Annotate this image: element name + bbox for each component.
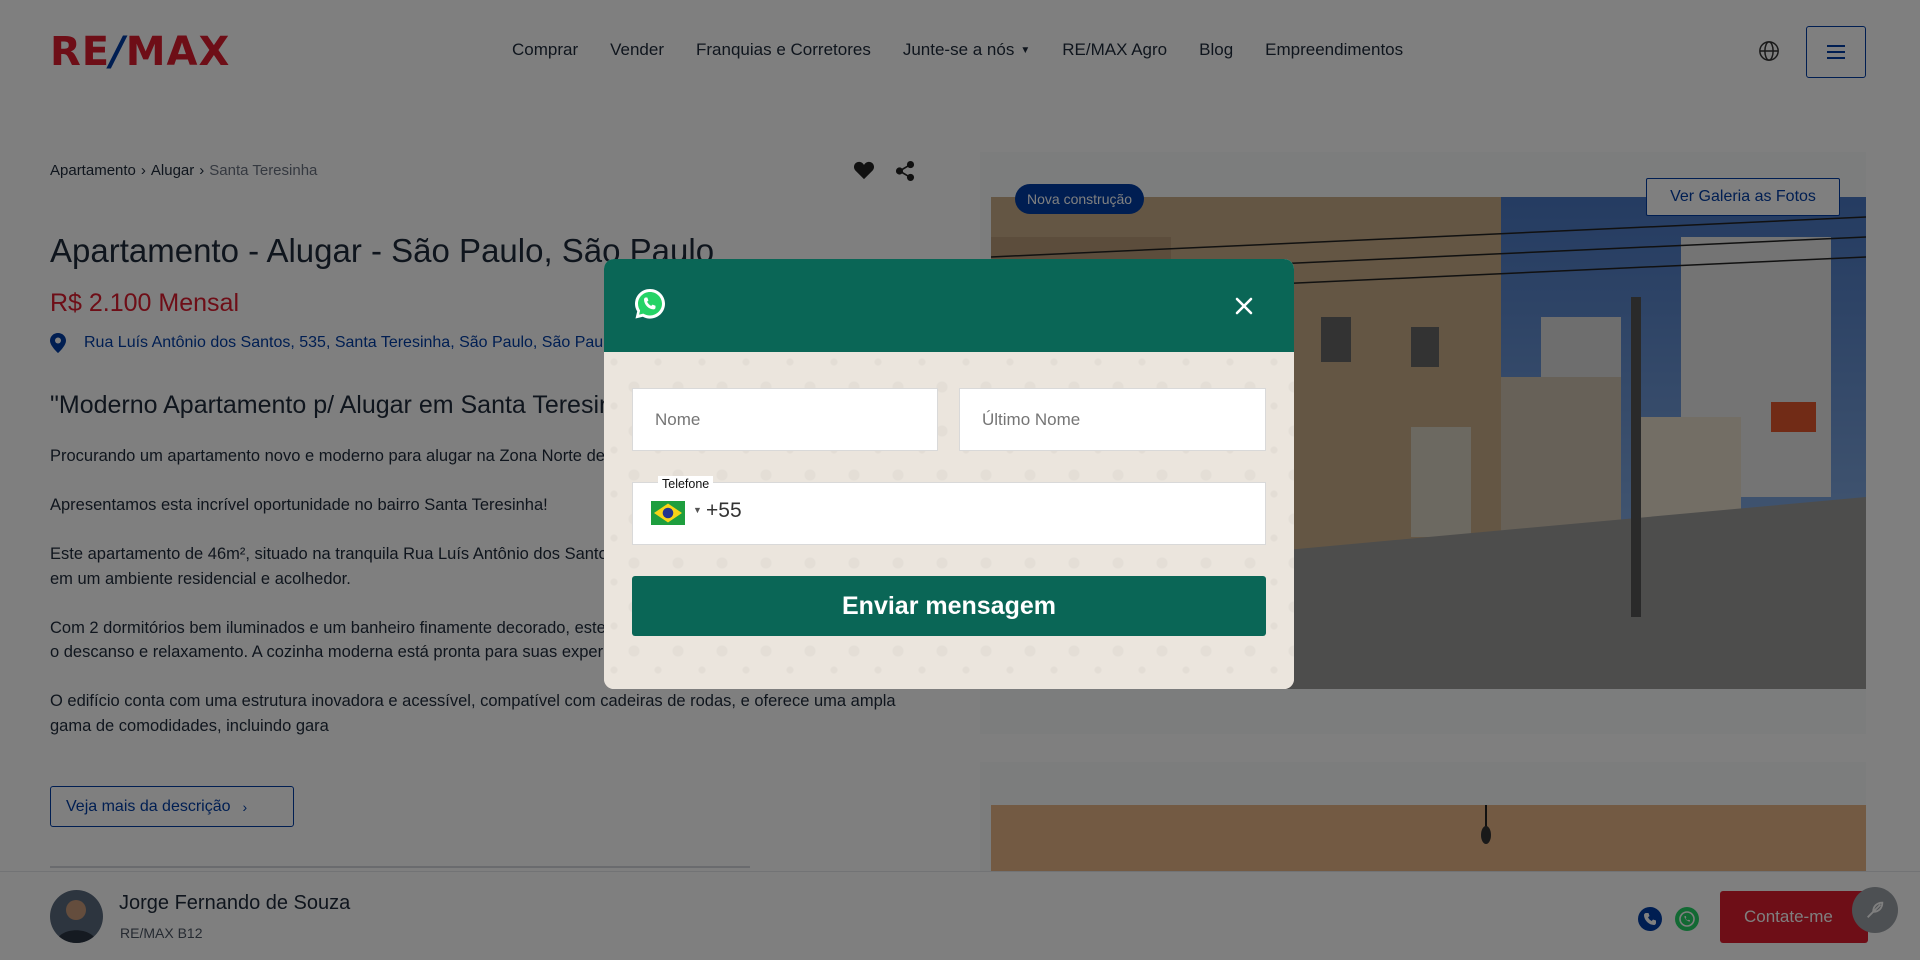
modal-header: [604, 259, 1294, 352]
phone-field[interactable]: ▼ +55: [632, 482, 1266, 545]
first-name-field[interactable]: [632, 388, 938, 451]
phone-country-code[interactable]: +55: [706, 499, 742, 523]
close-icon[interactable]: [1233, 295, 1255, 317]
first-name-input[interactable]: [633, 389, 937, 450]
brazil-flag-icon[interactable]: [651, 501, 685, 525]
last-name-field[interactable]: [959, 388, 1266, 451]
last-name-input[interactable]: [960, 389, 1265, 450]
modal-body: ▼ +55 Telefone Enviar mensagem: [604, 352, 1294, 689]
send-message-button[interactable]: Enviar mensagem: [632, 576, 1266, 636]
whatsapp-logo-icon: [635, 289, 665, 319]
country-dropdown-icon[interactable]: ▼: [693, 505, 702, 515]
phone-label: Telefone: [658, 476, 714, 492]
whatsapp-contact-modal: ▼ +55 Telefone Enviar mensagem: [604, 259, 1294, 689]
